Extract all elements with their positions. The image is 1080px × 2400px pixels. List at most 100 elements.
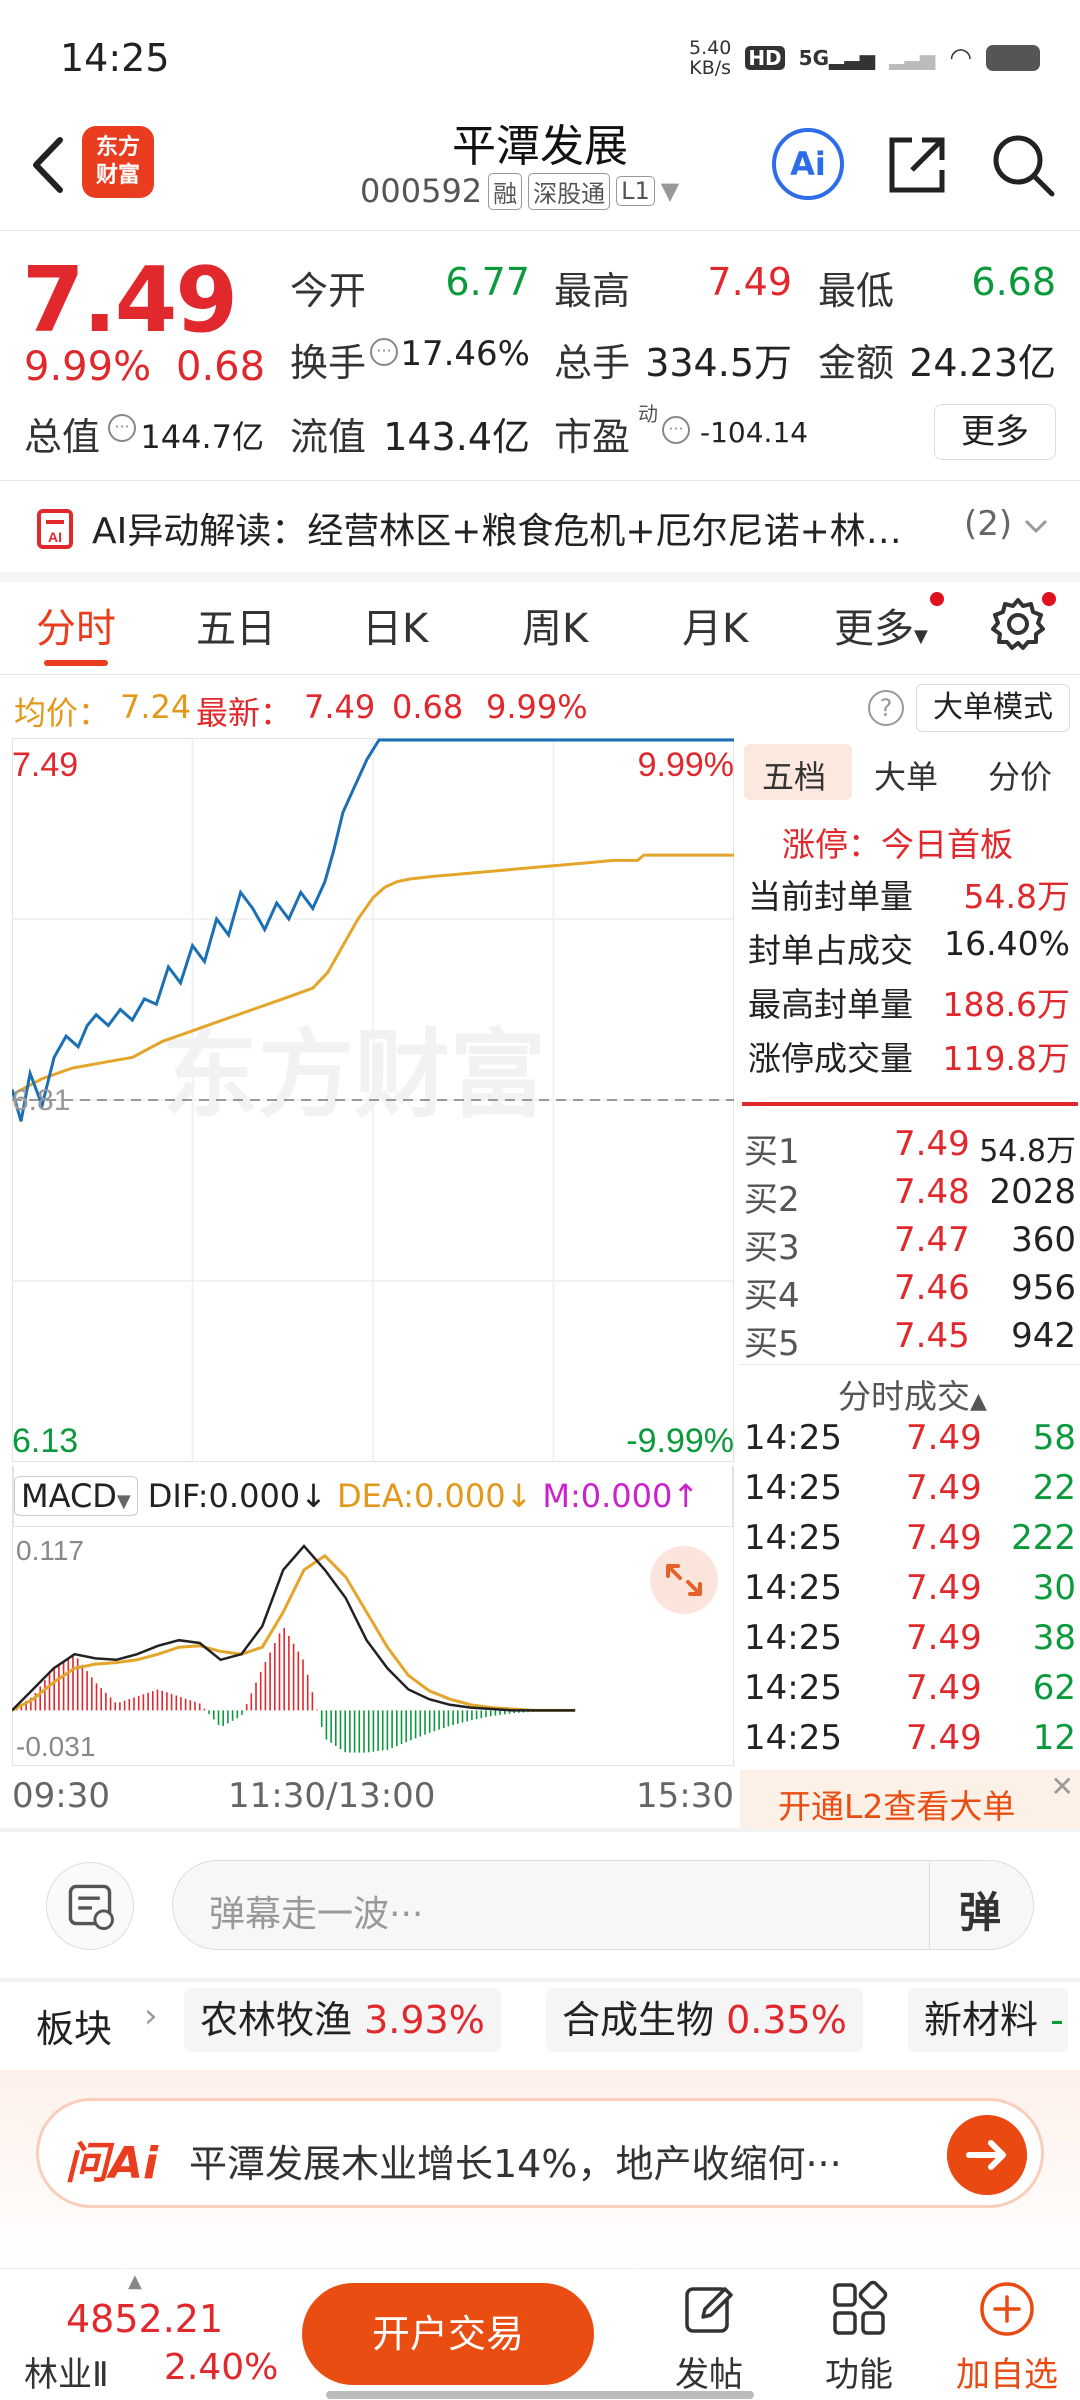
sector-index-value[interactable]: 4852.21	[66, 2297, 223, 2341]
macd-indicator-select[interactable]: MACD▼	[14, 1476, 138, 1516]
sector-label[interactable]: 板块	[36, 1998, 112, 2053]
sector-index-percent[interactable]: 2.40%	[164, 2347, 278, 2388]
l2-promo-text: 开通L2查看大单	[778, 1787, 1016, 1826]
danmu-toggle-button[interactable]: 弹	[959, 1879, 1001, 1940]
limit-up-title: 涨停：今日首板	[782, 825, 1013, 864]
time-label-open: 09:30	[12, 1776, 110, 1816]
tab-more[interactable]: 更多▼	[834, 596, 928, 654]
tick-row: 14:25 7.49 30	[744, 1568, 1076, 1608]
stat-label: 封单占成交	[748, 931, 913, 970]
back-icon[interactable]	[22, 130, 82, 200]
search-icon[interactable]	[988, 130, 1058, 200]
tab-five-level[interactable]: 五档	[762, 752, 826, 798]
stock-code: 000592	[360, 172, 483, 210]
market-cap-value: 144.7亿	[140, 418, 264, 456]
tab-monthly-k[interactable]: 月K	[682, 596, 748, 654]
macd-chart[interactable]: 0.117 -0.031	[12, 1526, 734, 1766]
active-tab-indicator	[44, 660, 108, 666]
caret-up-icon: ▲	[128, 2271, 142, 2292]
ticks-title[interactable]: 分时成交▲	[838, 1370, 987, 1418]
stat-label: 涨停成交量	[748, 1039, 913, 1078]
stat-value: 188.6万	[942, 985, 1070, 1024]
arrow-right-icon[interactable]	[947, 2115, 1027, 2195]
l2-promo[interactable]: 开通L2查看大单 ✕	[740, 1770, 1080, 1828]
volume-label: 总手	[554, 341, 631, 385]
gear-icon[interactable]	[990, 596, 1046, 652]
more-button[interactable]: 更多	[934, 404, 1056, 460]
tab-weekly-k[interactable]: 周K	[522, 596, 588, 654]
tab-five-day[interactable]: 五日	[196, 596, 276, 654]
ai-ask-box[interactable]: 问Ai 平潭发展木业增长14%，地产收缩何···	[36, 2098, 1044, 2208]
level-tag: L1	[616, 176, 655, 206]
intraday-chart[interactable]: 东方财富 7.49 9.99% 6.13 -9.99% 6.81	[12, 738, 734, 1462]
tab-price-dist[interactable]: 分价	[988, 752, 1052, 798]
close-icon[interactable]: ✕	[1051, 1770, 1074, 1803]
amount-value: 24.23亿	[909, 341, 1056, 385]
stat-label: 最高封单量	[748, 985, 913, 1024]
bid-row[interactable]: 买4 7.46 956	[740, 1268, 1080, 1316]
header: 平潭发展 东方 财富 000592 融 深股通 L1 ▼ Ai	[0, 110, 1080, 230]
float-cap-value: 143.4亿	[383, 415, 530, 459]
ai-banner[interactable]: AI AI异动解读：经营林区+粮食危机+厄尔尼诺+林… (2)	[0, 482, 1080, 572]
danmu-input[interactable]: 弹幕走一波··· 弹	[172, 1860, 1034, 1950]
pe-label: 市盈	[554, 415, 631, 459]
tab-daily-k[interactable]: 日K	[362, 596, 428, 654]
add-watchlist-button[interactable]: 加自选	[952, 2279, 1062, 2396]
chart-period-tabs: 分时 五日 日K 周K 月K 更多▼	[0, 574, 1080, 674]
dif-label: DIF:0.000↓	[147, 1477, 327, 1515]
quote-panel: 7.49 9.99% 0.68 今开 6.77 最高 7.49 最低 6.68 …	[0, 232, 1080, 480]
ai-button[interactable]: Ai	[772, 128, 844, 200]
header-divider	[0, 230, 1080, 231]
bottom-bar: ▲ 4852.21 林业Ⅱ 2.40% 开户交易 发帖 功能 加自选	[0, 2268, 1080, 2400]
bid-row[interactable]: 买3 7.47 360	[740, 1220, 1080, 1268]
avg-price-label: 均价：	[14, 694, 111, 732]
edit-icon	[685, 2287, 733, 2333]
pct-bottom-label: -9.99%	[626, 1422, 734, 1460]
y-top-label: 7.49	[12, 746, 78, 784]
bid-row[interactable]: 买1 7.49 54.8万	[740, 1124, 1080, 1172]
order-book-panel: 五档 大单 分价 涨停：今日首板 当前封单量 54.8万 封单占成交 16.40…	[740, 738, 1080, 1828]
expand-icon[interactable]	[650, 1546, 718, 1614]
danmu-list-icon[interactable]	[46, 1862, 134, 1950]
open-trade-button[interactable]: 开户交易	[302, 2283, 594, 2385]
sector-chip[interactable]: 农林牧渔 3.93%	[184, 1988, 501, 2052]
tick-row: 14:25 7.49 22	[744, 1468, 1076, 1508]
status-icons: 5.40 KB/s HD 5G▂▃▅ ▂▃▅ ◠	[689, 38, 1040, 78]
help-icon[interactable]: ?	[868, 690, 904, 726]
high-label: 最高	[554, 269, 631, 313]
sector-chip[interactable]: 合成生物 0.35%	[546, 1988, 863, 2052]
bid-row[interactable]: 买2 7.48 2028	[740, 1172, 1080, 1220]
ai-banner-count: (2)	[964, 504, 1013, 544]
sector-chip[interactable]: 新材料 -	[908, 1988, 1068, 2052]
latest-change: 0.68	[392, 688, 464, 726]
volume-value: 334.5万	[645, 341, 792, 385]
change-percent: 9.99%	[24, 344, 152, 390]
tick-row: 14:25 7.49 58	[744, 1418, 1076, 1458]
signal-weak-icon: ▂▃▅	[889, 46, 936, 70]
bid-row[interactable]: 买5 7.45 942	[740, 1316, 1080, 1364]
latest-percent: 9.99%	[486, 688, 588, 726]
danmu-placeholder: 弹幕走一波···	[209, 1894, 424, 1935]
big-order-mode-button[interactable]: 大单模式	[916, 684, 1070, 732]
turnover-label: 换手	[290, 341, 367, 385]
status-bar: 14:25 5.40 KB/s HD 5G▂▃▅ ▂▃▅ ◠	[0, 0, 1080, 110]
share-icon[interactable]	[882, 130, 952, 200]
ticks-divider	[740, 1364, 1080, 1365]
stock-code-row[interactable]: 000592 融 深股通 L1 ▼	[360, 172, 679, 210]
svg-text:AI: AI	[48, 529, 62, 545]
float-cap-label: 流值	[290, 415, 367, 459]
tab-intraday[interactable]: 分时	[36, 596, 116, 654]
change-amount: 0.68	[176, 344, 266, 390]
watermark: 东方财富	[162, 1019, 546, 1131]
tab-big-order[interactable]: 大单	[874, 752, 938, 798]
function-button[interactable]: 功能	[804, 2279, 914, 2396]
caret-down-icon: ▼	[660, 177, 680, 205]
time-label-mid: 11:30/13:00	[228, 1776, 436, 1816]
avg-price-value: 7.24	[120, 688, 192, 726]
sector-index-name[interactable]: 林业Ⅱ	[24, 2347, 109, 2396]
post-button[interactable]: 发帖	[654, 2279, 764, 2396]
stat-value: 16.40%	[944, 924, 1070, 963]
macd-legend: MACD▼ DIF:0.000↓ DEA:0.000↓ M:0.000↑	[12, 1466, 734, 1526]
pct-top-label: 9.99%	[638, 746, 734, 784]
chevron-right-icon[interactable]: ›	[144, 1996, 158, 2036]
